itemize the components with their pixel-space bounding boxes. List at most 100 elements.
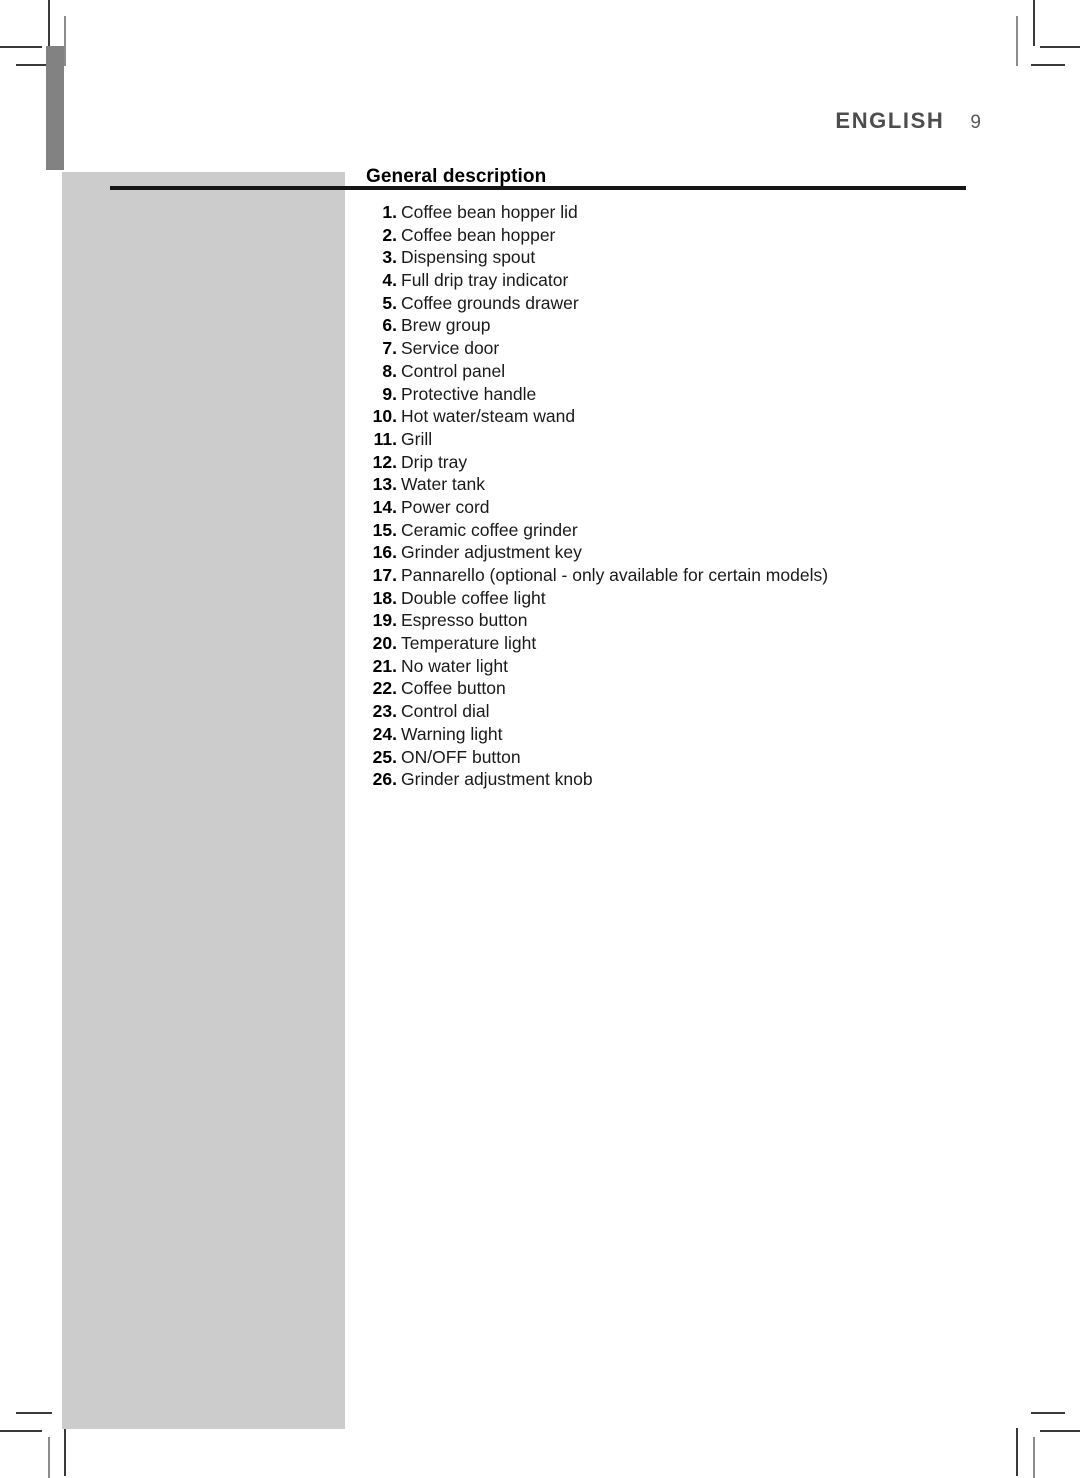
list-item-label: Grinder adjustment key [401, 542, 582, 563]
list-item-number: 16. [372, 542, 397, 563]
list-item-number: 13. [372, 474, 397, 495]
general-description-list: 1. Coffee bean hopper lid 2. Coffee bean ho… [366, 202, 966, 792]
list-item: 17. Pannarello (optional - only available… [366, 565, 966, 588]
list-item-label: Water tank [401, 474, 485, 495]
running-header: ENGLISH 9 [0, 108, 981, 134]
list-item-number: 14. [372, 496, 397, 517]
page-number: 9 [970, 112, 981, 133]
list-item-number: 17. [372, 565, 397, 585]
list-item-number: 12. [372, 451, 397, 472]
list-item-label: Protective handle [401, 383, 537, 404]
list-item: 11. Grill [366, 429, 966, 452]
list-item-number: 25. [372, 746, 397, 767]
crop-mark-top-left-horizontal [0, 46, 42, 48]
list-item: 16. Grinder adjustment key [366, 542, 966, 565]
list-item: 15. Ceramic coffee grinder [366, 520, 966, 543]
crop-mark-top-left-vertical [48, 0, 50, 46]
list-item: 21. No water light [366, 656, 966, 679]
list-item-number: 23. [372, 701, 397, 722]
list-item-label: Warning light [401, 723, 503, 744]
list-item-label: Control panel [401, 360, 506, 381]
list-item-label: No water light [401, 655, 508, 676]
crop-mark-bottom-right-inner-vertical [1016, 1428, 1018, 1476]
list-item-number: 11. [373, 428, 397, 449]
list-item-label: Brew group [401, 315, 491, 336]
crop-mark-top-right-horizontal [1040, 46, 1080, 48]
list-item: 18. Double coffee light [366, 588, 966, 611]
list-item-label: Coffee bean hopper [401, 224, 556, 245]
list-item-label: Grill [401, 428, 433, 449]
list-item-number: 5. [382, 292, 397, 313]
list-item-number: 3. [382, 247, 397, 268]
list-item-number: 15. [372, 519, 397, 540]
illustration-side-panel [62, 172, 345, 1429]
list-item: 12. Drip tray [366, 452, 966, 475]
list-item-number: 9. [382, 383, 397, 404]
list-item-number: 21. [372, 655, 397, 676]
list-item-label: Hot water/steam wand [401, 406, 576, 427]
list-item: 25. ON/OFF button [366, 747, 966, 770]
page-title: General description [366, 166, 547, 187]
crop-mark-top-right-inner-horizontal [1031, 64, 1065, 66]
list-item-number: 8. [382, 360, 397, 381]
list-item: 24. Warning light [366, 724, 966, 747]
list-item-label: ON/OFF button [401, 746, 521, 767]
list-item-label: Drip tray [401, 451, 468, 472]
list-item-label: Pannarello (optional - only available fo… [401, 565, 829, 585]
crop-mark-bottom-right-vertical [1033, 1437, 1035, 1478]
list-item: 14. Power cord [366, 497, 966, 520]
list-item-label: Control dial [401, 701, 490, 722]
list-item: 4. Full drip tray indicator [366, 270, 966, 293]
crop-mark-top-right-inner-vertical [1016, 16, 1018, 66]
list-item: 22. Coffee button [366, 678, 966, 701]
list-item-number: 4. [382, 270, 397, 291]
crop-mark-bottom-right-horizontal [1040, 1430, 1080, 1432]
crop-mark-top-left-inner-vertical [64, 16, 66, 66]
list-item: 20. Temperature light [366, 633, 966, 656]
title-divider [110, 186, 966, 190]
list-item-label: Dispensing spout [401, 247, 536, 268]
crop-mark-bottom-left-inner-horizontal [16, 1412, 52, 1414]
list-item-number: 26. [372, 769, 397, 790]
list-item: 13. Water tank [366, 474, 966, 497]
list-item: 5. Coffee grounds drawer [366, 293, 966, 316]
list-item: 8. Control panel [366, 361, 966, 384]
crop-mark-top-right-vertical [1033, 0, 1035, 46]
list-item-number: 2. [382, 224, 397, 245]
list-item-number: 18. [372, 587, 397, 608]
list-item: 26. Grinder adjustment knob [366, 769, 966, 792]
list-item: 9. Protective handle [366, 384, 966, 407]
list-item: 3. Dispensing spout [366, 247, 966, 270]
list-item: 23. Control dial [366, 701, 966, 724]
list-item-label: Double coffee light [401, 587, 546, 608]
list-item: 2. Coffee bean hopper [366, 225, 966, 248]
list-item: 6. Brew group [366, 315, 966, 338]
list-item-label: Ceramic coffee grinder [401, 519, 578, 540]
list-item-label: Espresso button [401, 610, 528, 631]
crop-mark-bottom-left-vertical [48, 1437, 50, 1478]
list-item: 10. Hot water/steam wand [366, 406, 966, 429]
list-item-label: Coffee bean hopper lid [401, 202, 578, 222]
list-item-number: 1. [382, 202, 397, 222]
list-item-number: 22. [372, 678, 397, 699]
list-item-label: Temperature light [401, 633, 537, 654]
list-item: 7. Service door [366, 338, 966, 361]
list-item-label: Service door [401, 338, 500, 359]
list-item-number: 10. [372, 406, 397, 427]
list-item-label: Coffee button [401, 678, 506, 699]
list-item-label: Coffee grounds drawer [401, 292, 579, 313]
list-item-label: Grinder adjustment knob [401, 769, 593, 790]
list-item: 1. Coffee bean hopper lid [366, 202, 966, 225]
list-item-number: 20. [372, 633, 397, 654]
list-item: 19. Espresso button [366, 610, 966, 633]
list-item-number: 24. [372, 723, 397, 744]
list-item-number: 19. [372, 610, 397, 631]
crop-mark-bottom-right-inner-horizontal [1031, 1412, 1065, 1414]
crop-mark-bottom-left-horizontal [0, 1430, 42, 1432]
list-item-number: 7. [382, 338, 397, 359]
list-item-number: 6. [382, 315, 397, 336]
list-item-label: Power cord [401, 496, 490, 517]
crop-mark-bottom-left-inner-vertical [64, 1428, 66, 1476]
running-header-language: ENGLISH [835, 108, 945, 133]
list-item-label: Full drip tray indicator [401, 270, 569, 291]
